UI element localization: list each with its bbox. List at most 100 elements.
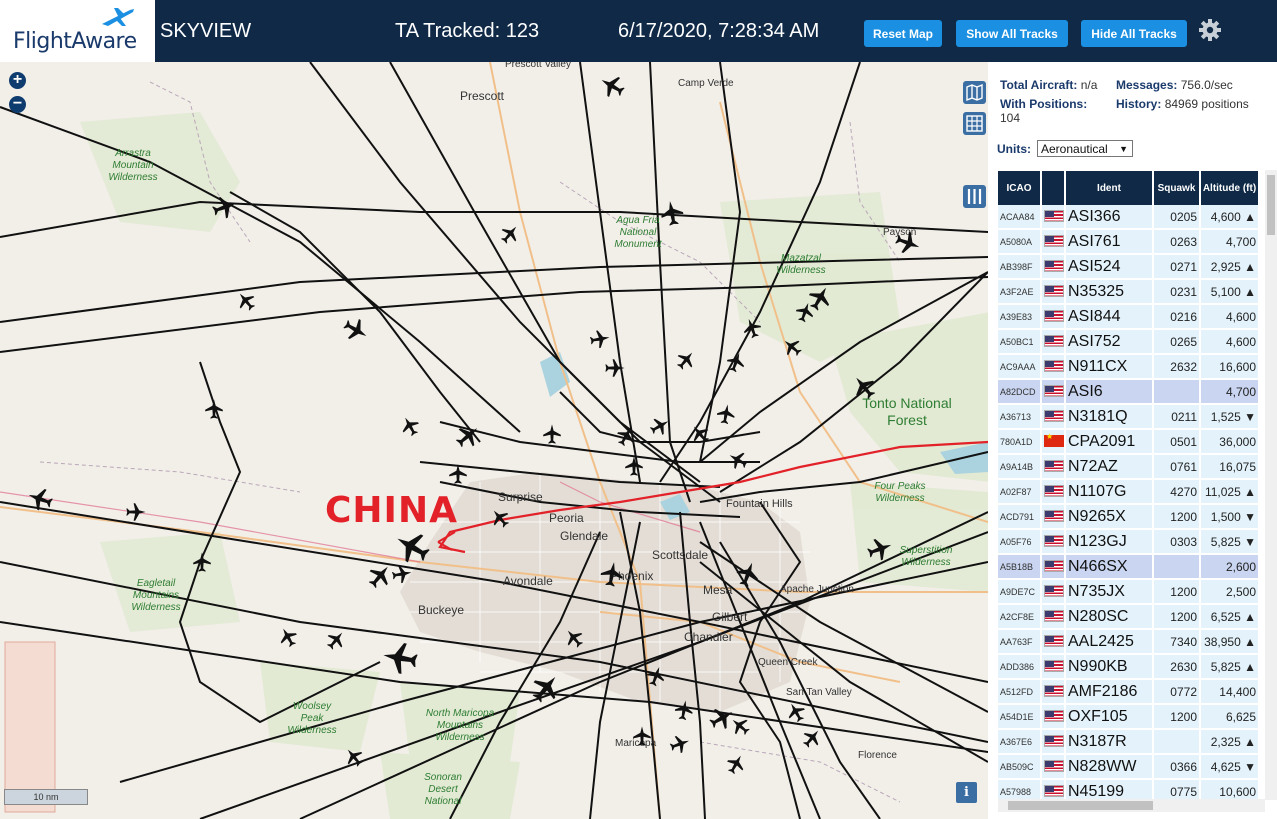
us-flag-icon [1044,785,1063,798]
table-row[interactable]: A82DCD ASI6 4,700 [998,379,1260,405]
table-row[interactable]: AA763F AAL2425 7340 38,950 ▲ [998,629,1260,655]
units-select[interactable]: Aeronautical ▼ [1037,140,1133,157]
units-label: Units: [997,142,1031,156]
col-icao[interactable]: ICAO [998,171,1042,205]
map-view[interactable]: Prescott Valley Prescott Camp Verde Pays… [0,62,988,819]
altitude-cell: 2,925 ▲ [1200,254,1260,280]
map-layers-button[interactable] [963,81,986,104]
icao-cell: A512FD [998,679,1042,705]
table-row[interactable]: A9A14B N72AZ 0761 16,075 [998,454,1260,480]
sidebar-toggle-button[interactable] [963,185,986,208]
history-label: History: [1116,97,1162,111]
vertical-scroll-thumb[interactable] [1267,175,1275,235]
table-row[interactable]: A9DE7C N735JX 1200 2,500 [998,579,1260,605]
altitude-cell: 11,025 ▲ [1200,479,1260,505]
panel-vertical-scrollbar[interactable] [1265,170,1277,800]
table-row[interactable]: A54D1E OXF105 1200 6,625 [998,704,1260,730]
info-button[interactable]: i [956,782,977,803]
show-all-tracks-button[interactable]: Show All Tracks [956,20,1068,47]
us-flag-icon [1044,410,1063,423]
table-row[interactable]: A05F76 N123GJ 0303 5,825 ▼ [998,529,1260,555]
col-ident[interactable]: Ident [1065,171,1154,205]
flag-cell [1041,629,1066,655]
icao-cell: A05F76 [998,529,1042,555]
flag-cell [1041,604,1066,630]
flag-cell [1041,354,1066,380]
table-row[interactable]: A02F87 N1107G 4270 11,025 ▲ [998,479,1260,505]
gear-icon[interactable] [1198,18,1222,42]
ident-cell: N9265X [1065,504,1154,530]
flag-cell [1041,554,1066,580]
us-flag-icon [1044,460,1063,473]
icao-cell: A02F87 [998,479,1042,505]
ident-cell: ASI366 [1065,205,1154,230]
table-row[interactable]: A3F2AE N35325 0231 5,100 ▲ [998,279,1260,305]
ident-cell: N466SX [1065,554,1154,580]
us-flag-icon [1044,760,1063,773]
icao-cell: A54D1E [998,704,1042,730]
ident-cell: AMF2186 [1065,679,1154,705]
aircraft-icons[interactable] [0,62,988,819]
zoom-out-button[interactable]: − [9,96,26,113]
table-row[interactable]: 780A1D CPA2091050136,000 [998,429,1260,455]
us-flag-icon [1044,260,1063,273]
ident-cell: N3187R [1065,729,1154,755]
table-row[interactable]: ACD791 N9265X 1200 1,500 ▼ [998,504,1260,530]
grid-toggle-button[interactable] [963,112,986,135]
icao-cell: A5B18B [998,554,1042,580]
table-row[interactable]: AB398F ASI524 0271 2,925 ▲ [998,254,1260,280]
horizontal-scroll-thumb[interactable] [1008,801,1153,810]
table-row[interactable]: ACAA84 ASI366 0205 4,600 ▲ [998,205,1260,230]
table-row[interactable]: A36713 N3181Q 0211 1,525 ▼ [998,404,1260,430]
icao-cell: ACD791 [998,504,1042,530]
squawk-cell: 1200 [1153,604,1201,630]
top-bar: FlightAware SKYVIEW TA Tracked: 123 6/17… [0,0,1277,62]
table-row[interactable]: AC9AAA N911CX 2632 16,600 [998,354,1260,380]
positions-value: 104 [1000,111,1021,125]
icao-cell: ADD386 [998,654,1042,680]
col-altitude[interactable]: Altitude (ft) [1200,171,1260,205]
altitude-cell: 4,700 [1200,229,1260,255]
squawk-cell: 0265 [1153,329,1201,355]
table-row[interactable]: AB509C N828WW 0366 4,625 ▼ [998,754,1260,780]
col-flag[interactable] [1041,171,1066,205]
ident-cell: N990KB [1065,654,1154,680]
flag-cell [1041,729,1066,755]
logo-plane-icon [102,8,134,26]
table-row[interactable]: A2CF8E N280SC 1200 6,525 ▲ [998,604,1260,630]
squawk-cell [1153,729,1201,755]
table-row[interactable]: A367E6 N3187R 2,325 ▲ [998,729,1260,755]
altitude-cell: 2,325 ▲ [1200,729,1260,755]
hide-all-tracks-button[interactable]: Hide All Tracks [1081,20,1187,47]
us-flag-icon [1044,710,1063,723]
ident-cell: ASI761 [1065,229,1154,255]
table-row[interactable]: A512FD AMF2186 0772 14,400 [998,679,1260,705]
table-row[interactable]: A50BC1 ASI752 0265 4,600 [998,329,1260,355]
flag-cell [1041,279,1066,305]
icao-cell: 780A1D [998,429,1042,455]
table-row[interactable]: A5B18B N466SX 2,600 [998,554,1260,580]
icao-cell: A9A14B [998,454,1042,480]
altitude-cell: 5,825 ▼ [1200,529,1260,555]
ident-cell: ASI752 [1065,329,1154,355]
zoom-in-button[interactable]: + [9,72,26,89]
icao-cell: ACAA84 [998,205,1042,230]
us-flag-icon [1044,385,1063,398]
us-flag-icon [1044,685,1063,698]
table-row[interactable]: A39E83 ASI844 0216 4,600 [998,304,1260,330]
china-annotation: CHINA [325,490,458,531]
messages-label: Messages: [1116,78,1178,92]
ident-cell: AAL2425 [1065,629,1154,655]
squawk-cell: 0761 [1153,454,1201,480]
ident-cell: N72AZ [1065,454,1154,480]
table-row[interactable]: ADD386 N990KB 2630 5,825 ▲ [998,654,1260,680]
altitude-cell: 16,075 [1200,454,1260,480]
flightaware-logo[interactable]: FlightAware [0,0,155,62]
table-row[interactable]: A5080A ASI761 0263 4,700 [998,229,1260,255]
aircraft-icon [24,70,924,777]
ident-cell: N123GJ [1065,529,1154,555]
reset-map-button[interactable]: Reset Map [864,20,942,47]
col-squawk[interactable]: Squawk [1153,171,1201,205]
icao-cell: AC9AAA [998,354,1042,380]
us-flag-icon [1044,585,1063,598]
